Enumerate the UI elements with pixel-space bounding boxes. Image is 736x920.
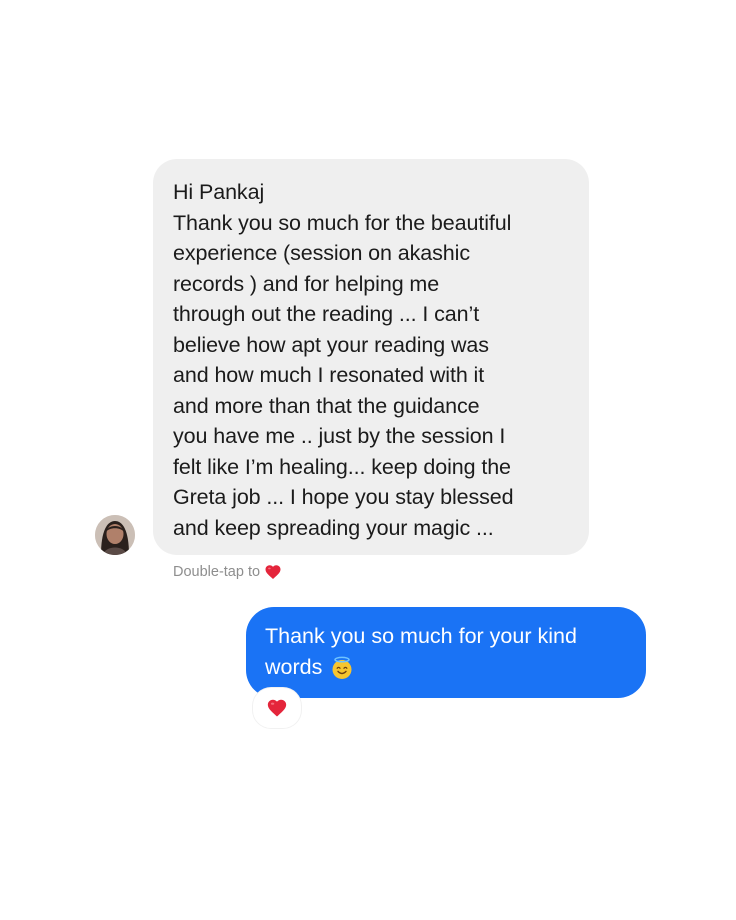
message-line: you have me .. just by the session I [173, 424, 506, 448]
red-heart-icon [267, 699, 287, 717]
double-tap-label: Double-tap to [173, 564, 261, 580]
incoming-message-bubble[interactable]: Hi Pankaj Thank you so much for the beau… [153, 159, 589, 555]
message-line: words [265, 652, 628, 683]
message-line: and more than that the guidance [173, 393, 480, 418]
message-line: records ) and for helping me [173, 271, 440, 296]
double-tap-hint: Double-tap to [173, 562, 282, 582]
avatar-photo-icon [95, 515, 135, 555]
outgoing-message-bubble[interactable]: Thank you so much for your kind words [246, 607, 646, 698]
message-line: through out the reading ... I can’t [173, 302, 480, 326]
message-line: felt like I’m healing... keep doing the [173, 454, 511, 479]
message-line: Greta job ... I hope you stay blessed [173, 485, 514, 509]
message-line-text: Thank you so much for your kind [265, 624, 577, 648]
red-heart-icon [265, 565, 281, 579]
message-line: Hi Pankaj [173, 180, 265, 204]
smiling-face-with-halo-icon [332, 656, 352, 679]
message-line: Thank you so much for your kind [265, 621, 628, 652]
message-line: believe how apt your reading was [173, 332, 489, 357]
message-line: experience (session on akashic [173, 241, 470, 265]
sender-avatar[interactable] [95, 515, 135, 555]
message-line: Thank you so much for the beautiful [173, 210, 512, 235]
message-line-text: words [265, 655, 323, 679]
message-line: and keep spreading your magic ... [173, 515, 494, 540]
heart-reaction-badge[interactable] [253, 688, 301, 728]
message-line: and how much I resonated with it [173, 363, 485, 387]
